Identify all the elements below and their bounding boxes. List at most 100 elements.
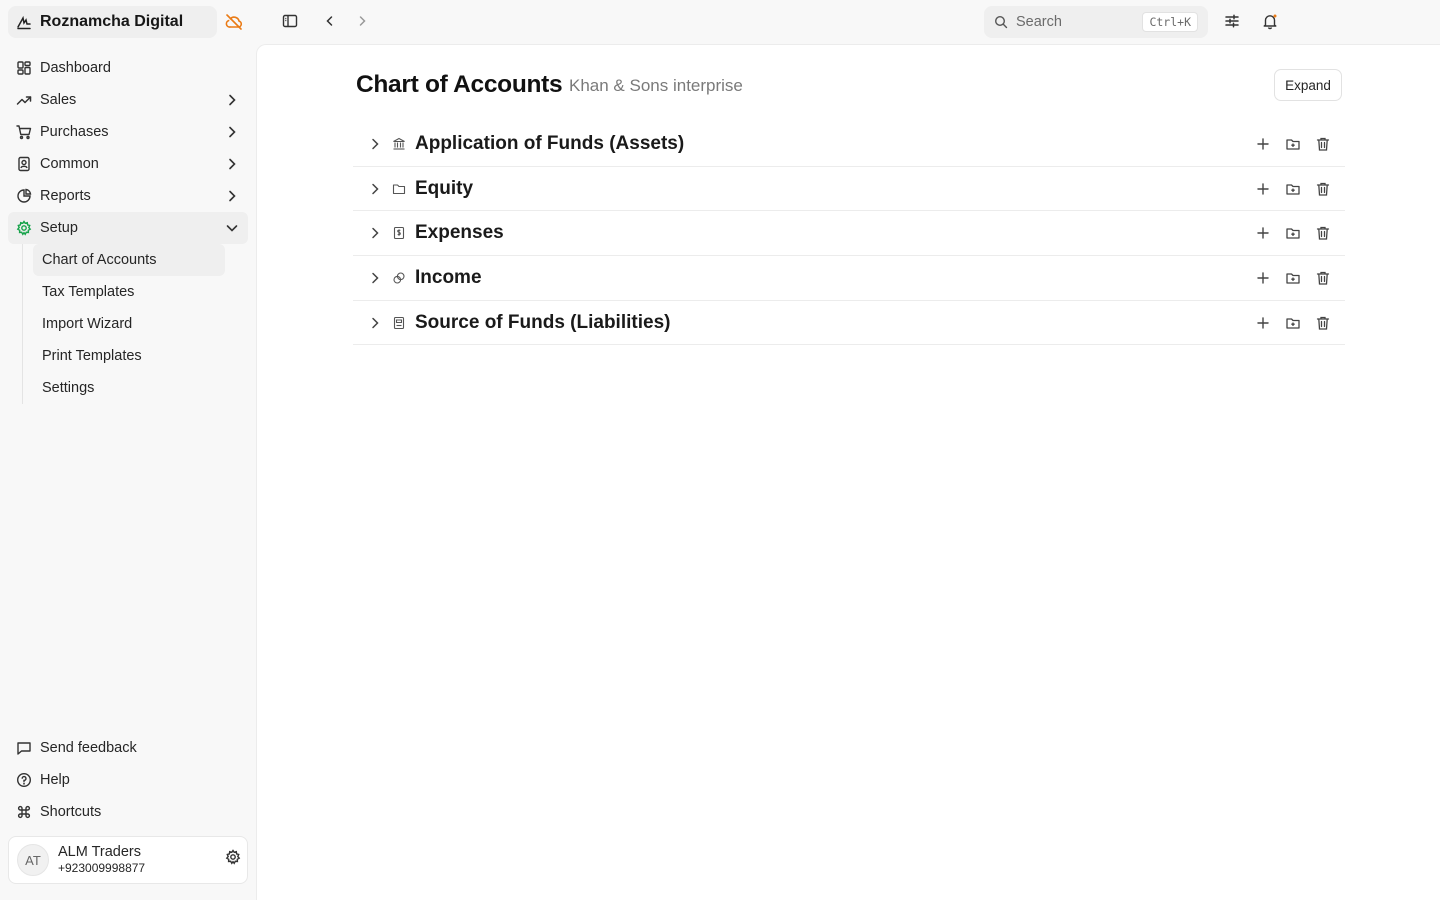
nav-reports[interactable]: Reports — [8, 180, 248, 212]
cloud-off-icon[interactable] — [224, 12, 244, 32]
search-input[interactable]: Search Ctrl+K — [984, 6, 1208, 38]
account-row[interactable]: Application of Funds (Assets) — [353, 122, 1345, 167]
chevron-down-icon — [226, 225, 238, 232]
folder-plus-icon[interactable] — [1285, 225, 1301, 241]
page-title: Chart of Accounts — [356, 71, 563, 98]
chevron-right-icon — [229, 158, 236, 170]
chevron-right-icon[interactable] — [367, 315, 383, 331]
account-name: Expenses — [415, 222, 504, 244]
nav-purchases[interactable]: Purchases — [8, 116, 248, 148]
search-icon — [994, 15, 1008, 29]
app-switcher[interactable]: Roznamcha Digital — [8, 6, 217, 38]
nav-label: Common — [40, 156, 99, 172]
folder-plus-icon[interactable] — [1285, 315, 1301, 331]
nav-label: Dashboard — [40, 60, 111, 76]
message-square-icon — [17, 742, 31, 755]
plus-icon[interactable] — [1255, 181, 1271, 197]
plus-icon[interactable] — [1255, 315, 1271, 331]
folder-plus-icon[interactable] — [1285, 136, 1301, 152]
accounts-tree: Application of Funds (Assets) Equity Exp… — [353, 122, 1345, 346]
bottom-nav: Send feedback Help Shortcuts — [8, 732, 248, 828]
chevron-right-icon — [229, 190, 236, 202]
bell-icon[interactable] — [1261, 12, 1279, 30]
folder-icon — [392, 183, 406, 194]
account-name: Equity — [415, 177, 474, 199]
account-name: Source of Funds (Liabilities) — [415, 311, 671, 333]
back-arrow-icon[interactable] — [321, 12, 339, 30]
chevron-right-icon[interactable] — [367, 270, 383, 286]
user-phone: +923009998877 — [58, 861, 146, 875]
plus-icon[interactable] — [1255, 225, 1271, 241]
chevron-right-icon — [229, 94, 236, 106]
setup-submenu: Chart of Accounts Tax Templates Import W… — [22, 244, 248, 404]
app-name: Roznamcha Digital — [40, 13, 184, 30]
ledger-icon — [393, 316, 405, 329]
account-row[interactable]: Equity — [353, 167, 1345, 212]
trash-icon[interactable] — [1315, 136, 1331, 152]
search-placeholder: Search — [1016, 14, 1062, 30]
trash-icon[interactable] — [1315, 315, 1331, 331]
nav-dashboard[interactable]: Dashboard — [8, 52, 248, 84]
account-name: Application of Funds (Assets) — [415, 132, 685, 154]
main-panel: Chart of Accounts Khan & Sons interprise… — [256, 44, 1440, 900]
folder-plus-icon[interactable] — [1285, 270, 1301, 286]
sliders-icon[interactable] — [1223, 12, 1241, 30]
folder-plus-icon[interactable] — [1285, 181, 1301, 197]
forward-arrow-icon[interactable] — [353, 12, 371, 30]
chevron-right-icon[interactable] — [367, 181, 383, 197]
chevron-right-icon[interactable] — [367, 136, 383, 152]
account-row[interactable]: Source of Funds (Liabilities) — [353, 301, 1345, 346]
coins-icon — [393, 272, 405, 284]
trash-icon[interactable] — [1315, 270, 1331, 286]
account-name: Income — [415, 266, 482, 288]
sub-import-wizard[interactable]: Import Wizard — [33, 308, 225, 340]
nav-label: Shortcuts — [40, 804, 102, 820]
nav-sales[interactable]: Sales — [8, 84, 248, 116]
nav-label: Setup — [40, 220, 78, 236]
chevron-right-icon — [229, 126, 236, 138]
sub-chart-of-accounts[interactable]: Chart of Accounts — [33, 244, 225, 276]
trash-icon[interactable] — [1315, 225, 1331, 241]
nav-setup[interactable]: Setup — [8, 212, 248, 244]
plus-icon[interactable] — [1255, 270, 1271, 286]
user-card[interactable]: AT ALM Traders +923009998877 — [8, 836, 248, 884]
gear-icon[interactable] — [225, 849, 241, 865]
sidebar: Roznamcha Digital Dashboard Sales Purcha… — [0, 0, 256, 900]
command-icon — [17, 805, 31, 819]
sub-settings[interactable]: Settings — [33, 372, 225, 404]
user-name: ALM Traders — [58, 844, 141, 860]
nav-label: Reports — [40, 188, 91, 204]
nav-label: Sales — [40, 92, 77, 108]
search-shortcut: Ctrl+K — [1142, 12, 1198, 32]
gear-icon — [16, 220, 32, 236]
nav-label: Send feedback — [40, 740, 137, 756]
main-nav: Dashboard Sales Purchases Common Reports… — [8, 52, 248, 404]
company-name: Khan & Sons interprise — [569, 76, 743, 95]
expand-button[interactable]: Expand — [1274, 69, 1342, 101]
dashboard-icon — [17, 61, 31, 75]
trending-up-icon — [16, 96, 32, 105]
help-link[interactable]: Help — [8, 764, 248, 796]
chevron-right-icon[interactable] — [367, 225, 383, 241]
user-info: ALM Traders +923009998877 — [58, 844, 145, 876]
nav-label: Help — [40, 772, 70, 788]
send-feedback-link[interactable]: Send feedback — [8, 732, 248, 764]
sub-tax-templates[interactable]: Tax Templates — [33, 276, 225, 308]
nav-label: Purchases — [40, 124, 109, 140]
trash-icon[interactable] — [1315, 181, 1331, 197]
signature-icon — [16, 14, 32, 30]
cart-icon — [16, 125, 32, 140]
avatar: AT — [17, 844, 49, 876]
receipt-icon — [393, 227, 405, 240]
bank-icon — [393, 137, 405, 150]
account-row[interactable]: Expenses — [353, 211, 1345, 257]
sidebar-toggle-icon[interactable] — [281, 12, 299, 30]
shortcuts-link[interactable]: Shortcuts — [8, 796, 248, 828]
help-circle-icon — [16, 772, 32, 788]
contact-book-icon — [18, 156, 30, 172]
pie-chart-icon — [17, 188, 32, 203]
sub-print-templates[interactable]: Print Templates — [33, 340, 225, 372]
account-row[interactable]: Income — [353, 256, 1345, 301]
nav-common[interactable]: Common — [8, 148, 248, 180]
plus-icon[interactable] — [1255, 136, 1271, 152]
